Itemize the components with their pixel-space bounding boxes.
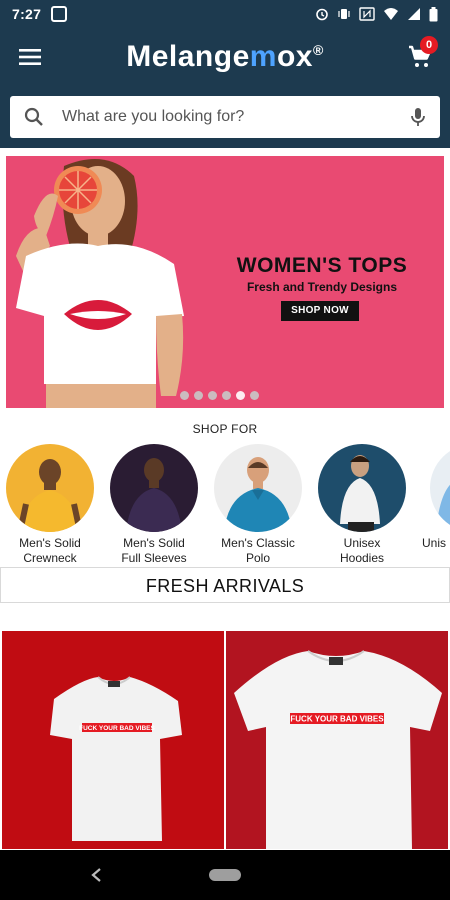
system-navigation-bar — [0, 850, 450, 900]
search-bar[interactable] — [10, 96, 440, 138]
category-unisex-hoodies[interactable]: Unisex Hoodies — [312, 442, 412, 566]
category-label-line2: Hoodies — [339, 551, 385, 565]
category-label-line1: Men's Solid — [19, 536, 81, 550]
battery-icon — [429, 6, 438, 21]
cart-count-badge: 0 — [420, 36, 438, 54]
wifi-icon — [384, 8, 398, 20]
category-image — [318, 444, 406, 532]
search-section — [0, 86, 450, 148]
carousel-dot[interactable] — [194, 391, 203, 400]
nfc-icon — [359, 7, 375, 21]
category-mens-solid-crewneck[interactable]: Men's Solid Crewneck — [0, 442, 100, 566]
search-icon — [24, 107, 43, 126]
category-image — [6, 444, 94, 532]
carousel-dot[interactable] — [208, 391, 217, 400]
banner-headline: WOMEN'S TOPS — [236, 254, 408, 277]
status-bar: 7:27 — [0, 0, 450, 28]
category-label-line2: Polo — [245, 551, 271, 565]
category-label-line1: Men's Solid — [123, 536, 185, 550]
product-image-tshirt: FUCK YOUR BAD VIBES — [50, 676, 182, 841]
category-label-line1: Unisex — [343, 536, 381, 550]
cart-button[interactable]: 0 — [390, 28, 450, 86]
brand-name-prefix: Melange — [126, 40, 250, 73]
brand-name-suffix: ox — [276, 40, 313, 73]
promo-banner[interactable]: WOMEN'S TOPS Fresh and Trendy Designs SH… — [6, 156, 444, 408]
carousel-dot-active[interactable] — [236, 391, 245, 400]
home-button[interactable] — [209, 869, 241, 881]
category-label-line1: Men's Classic — [221, 536, 295, 550]
carousel-dot[interactable] — [222, 391, 231, 400]
fresh-arrivals-grid: FUCK YOUR BAD VIBES FUCK YOUR BAD VIBES — [0, 603, 450, 849]
signal-icon — [408, 8, 420, 20]
hamburger-menu-icon — [19, 49, 41, 65]
category-mens-solid-full-sleeves[interactable]: Men's Solid Full Sleeves — [104, 442, 204, 566]
shop-for-title: SHOP FOR — [192, 422, 258, 436]
banner-model-image — [16, 158, 184, 408]
status-time: 7:27 — [12, 6, 42, 22]
category-image — [110, 444, 198, 532]
banner-subheadline: Fresh and Trendy Designs — [246, 280, 398, 294]
search-input[interactable] — [62, 108, 410, 126]
registered-mark: ® — [312, 42, 324, 58]
category-carousel: Men's Solid Crewneck Men's Solid Full Sl… — [0, 442, 450, 566]
status-icons — [315, 6, 438, 22]
menu-button[interactable] — [0, 28, 60, 86]
product-print-text: FUCK YOUR BAD VIBES — [290, 715, 384, 724]
vibrate-icon — [338, 9, 350, 19]
category-mens-classic-polo[interactable]: Men's Classic Polo — [208, 442, 308, 566]
category-image — [430, 444, 450, 532]
shop-now-button[interactable]: SHOP NOW — [281, 301, 359, 321]
brand-logo[interactable]: Melangemox® — [60, 40, 390, 74]
category-label-line1: Unis — [422, 536, 447, 550]
alarm-icon — [316, 8, 328, 21]
carousel-dot[interactable] — [250, 391, 259, 400]
app-bar: Melangemox® 0 — [0, 28, 450, 86]
fresh-arrivals-title: FRESH ARRIVALS — [0, 567, 450, 603]
category-unisex-partial[interactable]: Unis — [416, 442, 450, 551]
carousel-dot[interactable] — [180, 391, 189, 400]
microphone-icon[interactable] — [410, 107, 426, 127]
back-button[interactable] — [80, 862, 114, 888]
carousel-indicators — [180, 391, 259, 400]
back-chevron-icon — [91, 868, 101, 882]
category-label-line2: Crewneck — [23, 551, 77, 565]
category-image — [214, 444, 302, 532]
notification-icon — [51, 6, 68, 22]
product-tile[interactable]: FUCK YOUR BAD VIBES — [2, 631, 224, 849]
brand-name-highlight: m — [249, 40, 277, 73]
product-print-text: FUCK YOUR BAD VIBES — [79, 725, 155, 732]
category-label-line2: Full Sleeves — [121, 551, 187, 565]
product-tile[interactable]: FUCK YOUR BAD VIBES — [226, 631, 448, 849]
product-image-tshirt: FUCK YOUR BAD VIBES — [234, 650, 442, 849]
